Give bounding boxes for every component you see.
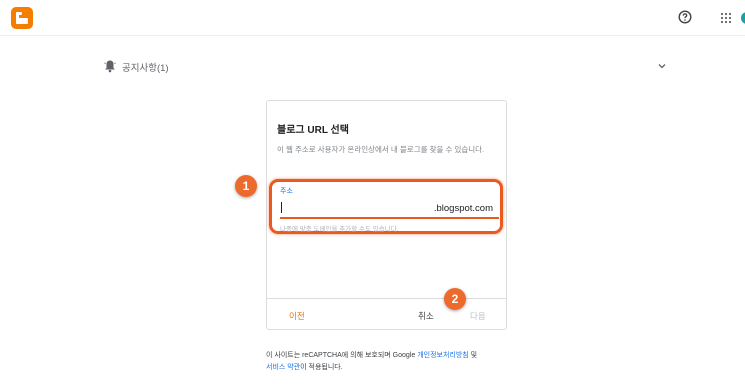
address-field: 주소 .blogspot.com 나중에 맞춤 도메인을 추가할 수도 있습니다… bbox=[269, 179, 503, 234]
next-button[interactable]: 다음 bbox=[470, 310, 486, 322]
bell-icon bbox=[104, 60, 116, 73]
dialog-title: 블로그 URL 선택 bbox=[277, 125, 349, 136]
cancel-button[interactable]: 취소 bbox=[418, 310, 434, 322]
avatar[interactable] bbox=[741, 12, 745, 24]
address-field-label: 주소 bbox=[280, 188, 293, 195]
address-underline bbox=[280, 217, 499, 219]
text-cursor bbox=[281, 202, 282, 213]
notice-label: 공지사항(1) bbox=[122, 63, 169, 74]
top-bar bbox=[0, 0, 745, 36]
blog-url-dialog: 블로그 URL 선택 이 웹 주소로 사용자가 온라인상에서 내 블로그를 찾을… bbox=[266, 100, 507, 330]
dialog-description: 이 웹 주소로 사용자가 온라인상에서 내 블로그를 찾을 수 있습니다. bbox=[277, 145, 485, 154]
step-badge-1: 1 bbox=[235, 175, 257, 197]
footer-prefix: 이 사이트는 reCAPTCHA에 의해 보호되며 Google bbox=[266, 352, 418, 359]
chevron-down-icon[interactable] bbox=[657, 61, 667, 71]
help-circle-icon[interactable] bbox=[678, 10, 692, 24]
dialog-divider bbox=[267, 298, 506, 299]
notice-bar[interactable]: 공지사항(1) bbox=[103, 59, 669, 75]
address-helper-text: 나중에 맞춤 도메인을 추가할 수도 있습니다. bbox=[280, 226, 399, 233]
apps-grid-icon[interactable] bbox=[720, 12, 732, 24]
address-suffix: .blogspot.com bbox=[433, 203, 493, 214]
blogger-logo-icon[interactable] bbox=[11, 7, 33, 29]
recaptcha-notice: 이 사이트는 reCAPTCHA에 의해 보호되며 Google 개인정보처리방… bbox=[266, 350, 516, 374]
privacy-policy-link[interactable]: 개인정보처리방침 bbox=[417, 352, 469, 359]
step-badge-2: 2 bbox=[444, 288, 466, 310]
previous-button[interactable]: 이전 bbox=[289, 310, 305, 322]
terms-of-service-link[interactable]: 서비스 약관 bbox=[266, 364, 300, 371]
footer-suffix: 이 적용됩니다. bbox=[300, 364, 343, 371]
footer-and: 및 bbox=[468, 352, 478, 359]
